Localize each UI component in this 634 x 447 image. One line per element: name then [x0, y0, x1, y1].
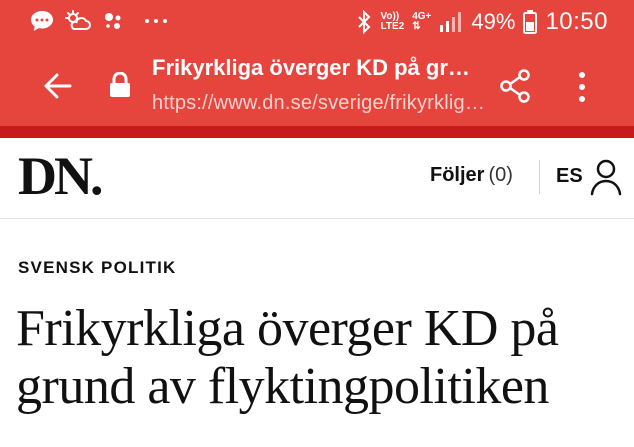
volte-indicator: Vo)) LTE2 [380, 12, 404, 32]
follow-label: Följer [430, 164, 485, 186]
follow-count: (0) [488, 164, 513, 186]
network-bottom-label: LTE2 [380, 21, 405, 32]
data-indicator: 4G+ ⇅ [412, 12, 431, 32]
site-header: DN. Följer (0) ES [0, 138, 634, 219]
follow-button[interactable]: Följer (0) [430, 164, 513, 187]
dn-logo[interactable]: DN. [18, 146, 103, 206]
clock: 10:50 [545, 8, 608, 35]
status-bar: Vo)) LTE2 4G+ ⇅ 49% 10:50 [0, 0, 634, 44]
user-initials[interactable]: ES [556, 165, 583, 188]
article-category[interactable]: SVENSK POLITIK [18, 258, 177, 278]
signal-icon [440, 12, 462, 32]
bluetooth-icon [358, 10, 371, 34]
share-icon[interactable] [498, 68, 532, 104]
data-arrows-icon: ⇅ [412, 21, 421, 32]
chat-icon [31, 11, 53, 31]
battery-percent: 49% [471, 9, 516, 34]
more-notifications-icon [145, 19, 167, 23]
article-headline: Frikyrkliga överger KD på grund av flykt… [16, 300, 559, 415]
toolbar-accent-bar [0, 126, 634, 138]
browser-toolbar: Frikyrkliga överger KD på grund av flykt… [0, 44, 634, 126]
page-title[interactable]: Frikyrkliga överger KD på grund av flykt… [152, 55, 482, 81]
back-button[interactable] [38, 66, 78, 106]
header-divider [539, 160, 540, 194]
system-status: Vo)) LTE2 4G+ ⇅ 49% 10:50 [356, 8, 608, 36]
page-url[interactable]: https://www.dn.se/sverige/frikyrkliga-ov… [152, 92, 492, 115]
weather-icon [65, 10, 91, 30]
notification-icons [30, 10, 168, 32]
overflow-menu-icon[interactable] [572, 70, 592, 104]
user-icon[interactable] [589, 158, 623, 196]
assistant-icon [105, 13, 121, 29]
lock-icon[interactable] [108, 72, 132, 98]
battery-icon [523, 10, 538, 34]
